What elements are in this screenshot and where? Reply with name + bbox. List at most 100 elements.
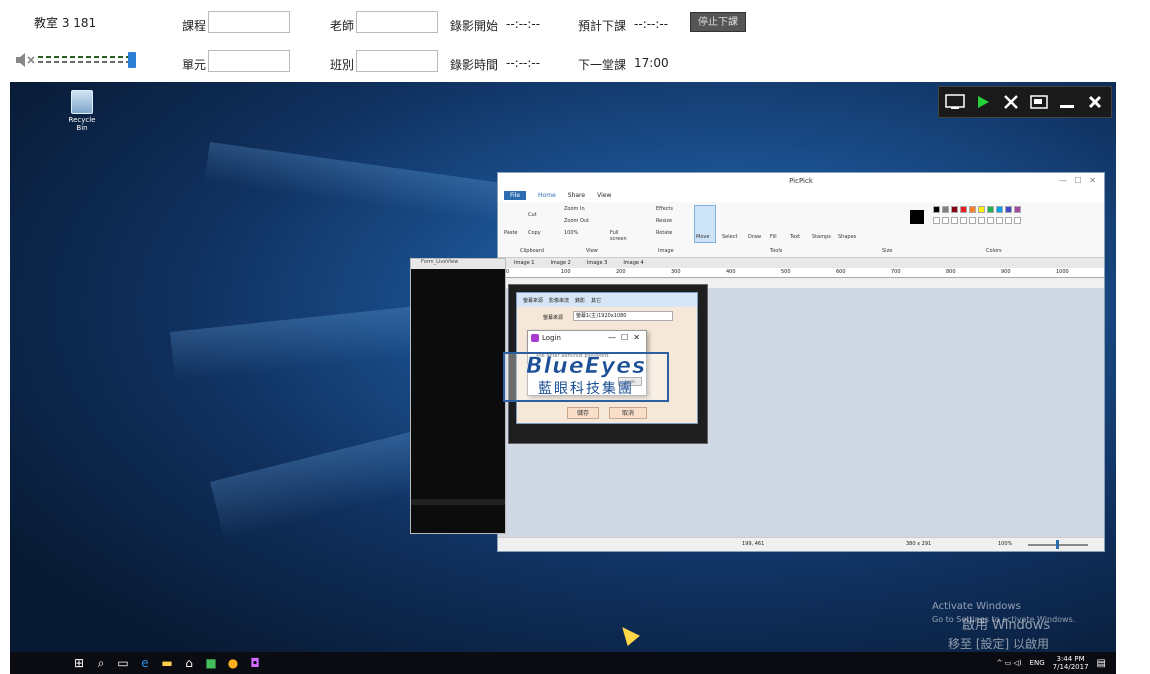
full-screen-button[interactable]: Full screen [610, 230, 634, 242]
class-label: 班別 [330, 58, 355, 72]
color-swatch[interactable] [1014, 206, 1021, 213]
stamps-tool[interactable]: Stamps [812, 234, 831, 240]
picpick-taskbar-icon[interactable]: ● [222, 652, 244, 674]
store-icon[interactable]: ⌂ [178, 652, 200, 674]
draw-tool[interactable]: Draw [748, 234, 761, 240]
zoom-in-button[interactable]: Zoom In [564, 206, 585, 212]
group-view: View [586, 248, 598, 254]
horizontal-ruler: 0 100 200 300 400 500 600 700 800 900 1000 [498, 268, 1104, 278]
liveview-taskbar-preview [411, 499, 505, 505]
search-icon[interactable]: ⌕ [90, 652, 112, 674]
fill-tool[interactable]: Fill [770, 234, 777, 240]
color-swatch-empty[interactable] [978, 217, 985, 224]
app-icon[interactable]: ■ [200, 652, 222, 674]
menu-home[interactable]: Home [538, 192, 556, 199]
tab-image-1[interactable]: Image 1 [514, 260, 534, 266]
remote-desktop-view[interactable]: Recycle Bin PicPick — ☐ ✕ File Home Shar… [10, 82, 1116, 674]
tools-icon[interactable] [999, 91, 1023, 113]
login-window-controls[interactable]: — ☐ ✕ [608, 331, 640, 345]
tab-other[interactable]: 其它 [591, 297, 601, 304]
color-swatch-empty[interactable] [942, 217, 949, 224]
ruler-tick-label: 800 [946, 269, 956, 275]
color-swatch[interactable] [933, 206, 940, 213]
class-input[interactable] [356, 50, 438, 72]
picpick-statusbar: 199, 461 380 x 291 100% [498, 537, 1104, 551]
color-swatch-empty[interactable] [996, 217, 1003, 224]
group-tools: Tools [770, 248, 783, 254]
task-view-icon[interactable]: ▭ [112, 652, 134, 674]
rec-screen-icon[interactable] [943, 91, 967, 113]
color-swatch-empty[interactable] [933, 217, 940, 224]
ruler-tick-label: 900 [1001, 269, 1011, 275]
color-swatch[interactable] [978, 206, 985, 213]
zoom-slider-thumb[interactable] [1056, 540, 1059, 549]
menu-view[interactable]: View [597, 192, 611, 199]
play-icon[interactable] [971, 91, 995, 113]
color-swatch[interactable] [1005, 206, 1012, 213]
color-swatch[interactable] [987, 206, 994, 213]
course-input[interactable] [208, 11, 290, 33]
record-start-value: --:--:-- [506, 17, 541, 31]
room-label: 教室 3 181 [34, 16, 97, 30]
tab-video-stream[interactable]: 影像串流 [549, 297, 569, 304]
color-swatch[interactable] [960, 206, 967, 213]
file-explorer-icon[interactable]: ▬ [156, 652, 178, 674]
tab-recording[interactable]: 錄影 [575, 297, 585, 304]
screen-source-select[interactable]: 螢幕1(主)1920x1080 [573, 311, 673, 321]
recycle-bin-icon [71, 90, 93, 114]
tab-screen-source[interactable]: 螢幕來源 [523, 297, 543, 304]
color-swatch-empty[interactable] [969, 217, 976, 224]
close-icon[interactable] [1083, 91, 1107, 113]
color-swatch-empty[interactable] [1005, 217, 1012, 224]
tray-icons[interactable]: ^ ▭ ◁) [997, 659, 1022, 667]
zoom-out-button[interactable]: Zoom Out [564, 218, 589, 224]
teacher-input[interactable] [356, 11, 438, 33]
unit-input[interactable] [208, 50, 290, 72]
notification-icon[interactable]: ▤ [1097, 658, 1106, 669]
zoom-percent[interactable]: 100% [564, 230, 578, 236]
recorder-taskbar-icon[interactable]: ◘ [244, 652, 266, 674]
color-swatch[interactable] [996, 206, 1003, 213]
tab-image-2[interactable]: Image 2 [550, 260, 570, 266]
save-button[interactable]: 儲存 [567, 407, 599, 419]
color-swatch-empty[interactable] [951, 217, 958, 224]
minimize-icon[interactable] [1055, 91, 1079, 113]
effects-button[interactable]: Effects [656, 206, 673, 212]
color-swatch[interactable] [969, 206, 976, 213]
stop-class-button[interactable]: 停止下課 [690, 12, 746, 32]
shapes-tool[interactable]: Shapes [838, 234, 856, 240]
window-controls[interactable]: — ☐ ✕ [1059, 173, 1096, 189]
tab-image-4[interactable]: Image 4 [623, 260, 643, 266]
speaker-muted-icon[interactable] [14, 50, 138, 70]
text-tool[interactable]: Text [790, 234, 800, 240]
color-swatch[interactable] [942, 206, 949, 213]
volume-control[interactable] [14, 50, 138, 70]
liveview-window[interactable]: Form_LiveView [410, 258, 506, 534]
select-tool[interactable]: Select [722, 234, 737, 240]
color-swatch-empty[interactable] [960, 217, 967, 224]
menu-share[interactable]: Share [568, 192, 585, 199]
color-swatch-empty[interactable] [987, 217, 994, 224]
resize-button[interactable]: Resize [656, 218, 672, 224]
start-icon[interactable]: ⊞ [68, 652, 90, 674]
record-time-label: 錄影時間 [450, 58, 499, 72]
primary-color[interactable] [910, 210, 924, 224]
color-swatch[interactable] [951, 206, 958, 213]
edge-icon[interactable]: e [134, 652, 156, 674]
rotate-button[interactable]: Rotate [656, 230, 672, 236]
language-indicator[interactable]: ENG [1030, 659, 1045, 667]
mouse-cursor-icon [616, 621, 640, 647]
move-tool[interactable]: Move [696, 234, 709, 240]
recycle-bin-shortcut[interactable]: Recycle Bin [62, 90, 102, 132]
color-swatch-empty[interactable] [1014, 217, 1021, 224]
ruler-tick-label: 100 [561, 269, 571, 275]
cut-button[interactable]: Cut [528, 212, 537, 218]
window-capture-icon[interactable] [1027, 91, 1051, 113]
copy-button[interactable]: Copy [528, 230, 541, 236]
menu-file[interactable]: File [504, 191, 527, 200]
tab-image-3[interactable]: Image 3 [587, 260, 607, 266]
cancel-button[interactable]: 取消 [609, 407, 647, 419]
clock[interactable]: 3:44 PM 7/14/2017 [1053, 655, 1089, 671]
next-class-label: 下一堂課 [578, 58, 627, 72]
paste-button[interactable]: Paste [504, 230, 518, 236]
